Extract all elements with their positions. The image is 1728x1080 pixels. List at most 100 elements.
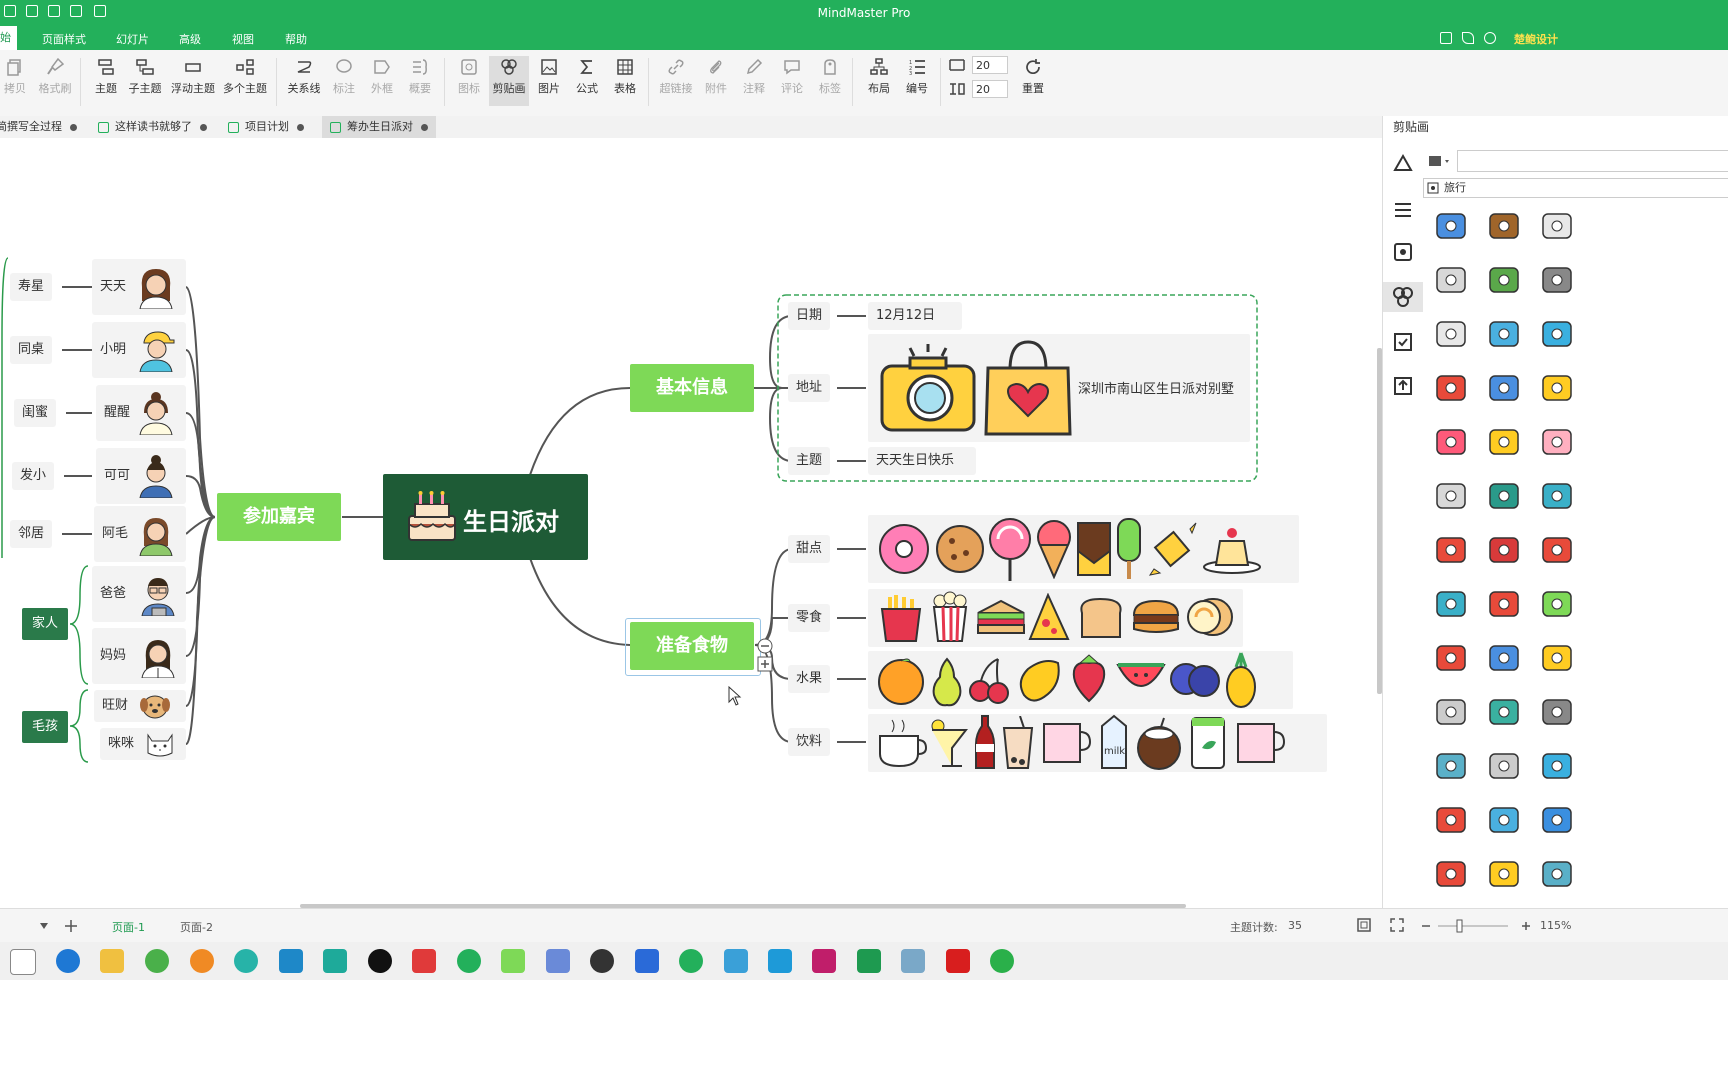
topic-basic-info[interactable]: 基本信息 [630,364,754,412]
menu-start[interactable]: 始 [0,26,17,50]
tram-icon[interactable] [1433,694,1469,730]
zoom-slider[interactable] [1420,919,1532,933]
airplane-icon[interactable] [1486,640,1522,676]
double-bus-icon[interactable] [1486,694,1522,730]
tab-doc-3[interactable]: 项目计划 [228,116,304,138]
dessert-row[interactable] [868,515,1299,583]
fruit-row[interactable] [868,651,1293,709]
app-icon-14[interactable] [635,949,659,973]
clipart-category-select[interactable]: 旅行 [1423,178,1728,198]
app-icon-6[interactable] [279,949,303,973]
guest-node[interactable]: 小明 [92,322,186,378]
tab-close-icon[interactable] [70,123,77,131]
task-view-icon[interactable] [10,949,36,975]
edge-browser-icon[interactable] [56,949,80,973]
outline-list-icon[interactable] [1391,198,1415,222]
coins-icon[interactable] [1486,424,1522,460]
food-category-label[interactable]: 水果 [788,665,831,693]
app-icon-15[interactable] [679,949,703,973]
group-family[interactable]: 家人 [22,608,68,640]
boarding-pass-icon[interactable] [1486,316,1522,352]
cocktail-icon[interactable] [1539,370,1575,406]
upload-icon[interactable] [1391,374,1415,398]
file-explorer-icon[interactable] [100,949,124,973]
tab-doc-2[interactable]: 这样读书就够了 [98,116,207,138]
obs-icon[interactable] [368,949,392,973]
passport-icon[interactable] [1433,316,1469,352]
app-icon-12[interactable] [546,949,570,973]
wallet-icon[interactable] [1486,208,1522,244]
user-name[interactable]: 楚鲍设计 [1514,31,1558,47]
image-button[interactable]: 图片 [530,56,568,106]
submarine-icon[interactable] [1486,856,1522,892]
callout-button[interactable]: 标注 [325,56,363,106]
app-icon-10[interactable] [457,949,481,973]
subtopic-button[interactable]: 子主题 [126,56,164,106]
topic-guests[interactable]: 参加嘉宾 [217,493,341,541]
blender-icon[interactable] [190,949,214,973]
role-label[interactable]: 寿星 [10,273,53,301]
summary-button[interactable]: 概要 [401,56,439,106]
note-button[interactable]: 注释 [735,56,773,106]
collapse-icon[interactable] [757,638,773,654]
info-date-value[interactable]: 12月12日 [868,302,962,330]
tab-doc-4[interactable]: 筹办生日派对 [322,116,436,138]
building-icon[interactable] [1486,370,1522,406]
motorcycle-icon[interactable] [1433,856,1469,892]
map-icon[interactable] [1433,478,1469,514]
fit-page-icon[interactable] [1357,918,1371,932]
tab-close-icon[interactable] [421,123,428,131]
numbering-button[interactable]: 123 编号 [898,56,936,106]
menu-view[interactable]: 视图 [232,31,254,47]
clipart-source-dropdown[interactable] [1427,152,1451,170]
formula-button[interactable]: 公式 [568,56,606,106]
zoom-level[interactable]: 115% [1540,919,1571,932]
scooter-icon[interactable] [1539,640,1575,676]
relationship-button[interactable]: 关系线 [284,56,324,106]
app-icon-18[interactable] [812,949,836,973]
guest-node[interactable]: 妈妈 [92,628,186,684]
mountain-icon[interactable] [1486,262,1522,298]
bus-icon[interactable] [1539,532,1575,568]
attachment-button[interactable]: 附件 [697,56,735,106]
clipart-button[interactable]: 剪贴画 [489,56,529,106]
tractor-icon[interactable] [1433,802,1469,838]
sailboat-icon[interactable] [1539,802,1575,838]
info-theme-label[interactable]: 主题 [788,447,831,475]
app-icon-9[interactable] [412,949,436,973]
format-painter-button[interactable]: 格式刷 [36,56,74,106]
tag-button[interactable]: 标签 [811,56,849,106]
guest-node[interactable]: 阿毛 [94,506,186,562]
guest-node[interactable]: 天天 [92,259,186,315]
table-button[interactable]: 表格 [606,56,644,106]
central-topic[interactable]: 生日派对 [383,474,588,560]
ticket-icon[interactable] [1433,262,1469,298]
traffic-light-icon[interactable] [1539,694,1575,730]
credit-card-icon[interactable] [1433,208,1469,244]
wechat-icon[interactable] [990,949,1014,973]
menu-advanced[interactable]: 高级 [179,31,201,47]
boundary-button[interactable]: 外框 [363,56,401,106]
page-tab-1[interactable]: 页面-1 [112,919,145,935]
address-row[interactable]: 深圳市南山区生日派对别墅 [868,334,1250,442]
fullscreen-view-icon[interactable] [1390,918,1404,932]
taxi-icon[interactable] [1539,316,1575,352]
umbrella-icon[interactable] [1486,532,1522,568]
app-icon-13[interactable] [590,949,614,973]
floating-topic-button[interactable]: 浮动主题 [170,56,216,106]
fullscreen-icon[interactable] [1440,32,1452,44]
browser-360-icon[interactable] [145,949,169,973]
ice-cream-icon[interactable] [1539,424,1575,460]
tab-close-icon[interactable] [297,123,304,131]
icon-button[interactable]: 图标 [450,56,488,106]
bicycle-icon[interactable] [1486,802,1522,838]
flip-flops-icon[interactable] [1539,478,1575,514]
menu-help[interactable]: 帮助 [285,31,307,47]
food-category-label[interactable]: 甜点 [788,535,831,563]
bus-front-icon[interactable] [1433,748,1469,784]
role-label[interactable]: 闺蜜 [14,399,57,427]
menu-slides[interactable]: 幻灯片 [116,31,149,47]
location-pin-icon[interactable] [1433,640,1469,676]
tab-doc-1[interactable]: 简撰写全过程 [0,116,77,138]
notepad-icon[interactable] [1539,208,1575,244]
